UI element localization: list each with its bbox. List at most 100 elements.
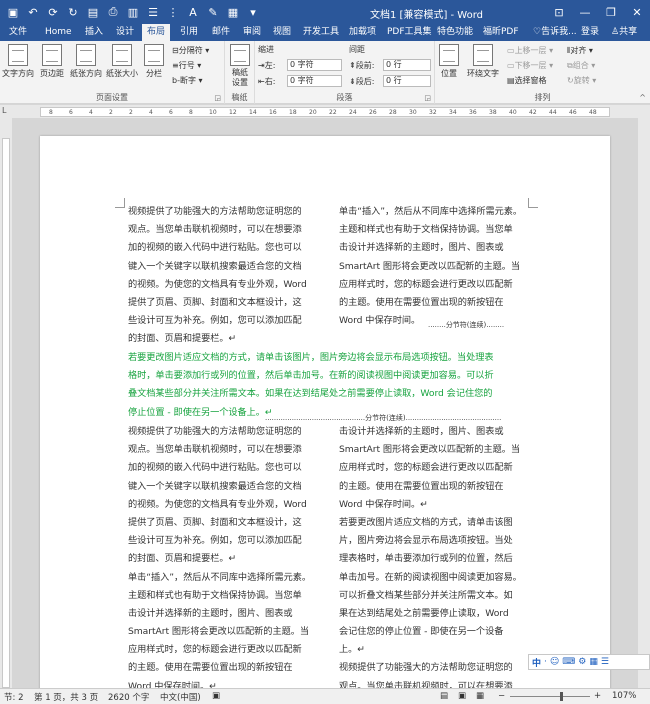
rotate-button[interactable]: ↻旋转 ▾ <box>567 75 596 86</box>
paste-icon[interactable]: ▥ <box>124 3 142 21</box>
zoom-in-icon[interactable]: + <box>594 691 601 701</box>
tab-insert[interactable]: 插入 <box>80 24 108 41</box>
minimize-icon[interactable]: — <box>572 0 598 24</box>
tab-mailings[interactable]: 邮件 <box>207 24 235 41</box>
margins-button[interactable]: 页边距 <box>40 44 64 79</box>
redo-icon[interactable]: ⟳ <box>44 3 62 21</box>
text-line: 键入一个关键字以联机搜索最适合您的文档 <box>128 480 302 492</box>
spacing-before-text: 段前: <box>355 61 375 70</box>
zoom-slider[interactable] <box>510 696 590 697</box>
highlight-icon[interactable]: ✎ <box>204 3 222 21</box>
text-direction-button[interactable]: 文字方向 <box>2 44 34 79</box>
spacing-before-icon: ⇞ <box>349 61 356 70</box>
ruler-number: 12 <box>229 109 237 116</box>
spacing-after-label: ⇟段后: <box>349 76 374 87</box>
tab-pdf-tools[interactable]: PDF工具集 <box>382 24 437 41</box>
save-icon[interactable]: ▣ <box>4 3 22 21</box>
ime-mode-icon[interactable]: 中 <box>532 656 541 669</box>
section-indicator[interactable]: 节: 2 <box>4 691 23 703</box>
tab-references[interactable]: 引用 <box>175 24 203 41</box>
group-objects-button[interactable]: ⧉组合 ▾ <box>567 60 595 71</box>
page-indicator[interactable]: 第 1 页，共 3 页 <box>34 691 98 703</box>
text-line: 的主题。使用在需要位置出现的新按钮在 <box>339 296 504 308</box>
columns-button[interactable]: 分栏 <box>144 44 164 79</box>
hyphenation-button[interactable]: b-断字 ▾ <box>172 75 203 86</box>
image-icon[interactable]: ▦ <box>224 3 242 21</box>
dialog-launcher-icon[interactable]: ◲ <box>214 94 221 102</box>
tab-developer[interactable]: 开发工具 <box>298 24 344 41</box>
breaks-button[interactable]: ⊟分隔符 ▾ <box>172 45 209 56</box>
align-button[interactable]: ⫴对齐 ▾ <box>567 45 593 56</box>
tab-addins[interactable]: 加载项 <box>344 24 381 41</box>
spacing-after-input[interactable]: 0 行 <box>383 75 431 87</box>
format-icon[interactable]: ⋮ <box>164 3 182 21</box>
tab-design[interactable]: 设计 <box>111 24 139 41</box>
text-line: 理表格时，单击要添加行或列的位置，然后 <box>339 553 513 565</box>
tell-me[interactable]: ♡告诉我... <box>528 24 582 41</box>
horizontal-ruler[interactable]: 8 6 4 2 2 4 6 8 10 12 14 16 18 20 22 24 26 28 30 32 34 36 38 40… <box>40 107 610 117</box>
language-indicator[interactable]: 中文(中国) <box>160 691 201 703</box>
ribbon-display-icon[interactable]: ⊡ <box>546 0 572 24</box>
ime-keyboard-icon[interactable]: ⌨ <box>562 657 575 667</box>
position-button[interactable]: 位置 <box>439 44 459 79</box>
refresh-icon[interactable]: ↻ <box>64 3 82 21</box>
spacing-before-input[interactable]: 0 行 <box>383 59 431 71</box>
zoom-slider-thumb[interactable] <box>560 692 563 701</box>
ruler-number: 48 <box>589 109 597 116</box>
ime-toolbar[interactable]: 中 · ☺ ⌨ ⚙ ▦ ☰ <box>528 654 650 670</box>
tab-layout[interactable]: 布局 <box>142 24 171 41</box>
sign-in-button[interactable]: 登录 <box>576 24 604 41</box>
vertical-scrollbar[interactable] <box>638 118 650 688</box>
orientation-button[interactable]: 纸张方向 <box>70 44 102 79</box>
list-icon[interactable]: ☰ <box>144 3 162 21</box>
draft-settings-button[interactable]: 稿纸设置 <box>229 44 251 88</box>
rotate-label: 旋转 <box>573 76 590 85</box>
tab-file[interactable]: 文件 <box>4 24 32 41</box>
customize-icon[interactable]: ▾ <box>244 3 262 21</box>
tab-special[interactable]: 特色功能 <box>432 24 478 41</box>
tab-foxit-pdf[interactable]: 福昕PDF <box>478 24 524 41</box>
size-button[interactable]: 纸张大小 <box>106 44 138 79</box>
dialog-launcher-icon[interactable]: ◲ <box>424 94 431 102</box>
share-button[interactable]: ♙共享 <box>606 24 642 41</box>
document-page[interactable]: 视频提供了功能强大的方法帮助您证明您的 观点。当您单击联机视频时，可以在想要添 加的… <box>40 136 610 696</box>
collapse-ribbon-icon[interactable]: ^ <box>639 93 646 102</box>
read-mode-icon[interactable]: ▤ <box>440 691 448 701</box>
vertical-ruler[interactable] <box>0 118 12 688</box>
indent-left-input[interactable]: 0 字符 <box>287 59 342 71</box>
ime-punct-icon[interactable]: · <box>544 657 547 667</box>
ime-menu-icon[interactable]: ☰ <box>601 657 609 667</box>
send-backward-button[interactable]: ▭下移一层 ▾ <box>507 60 553 71</box>
print-preview-icon[interactable]: ⎙ <box>104 3 122 21</box>
close-icon[interactable]: ✕ <box>624 0 650 24</box>
zoom-level[interactable]: 107% <box>612 691 636 701</box>
restore-icon[interactable]: ❐ <box>598 0 624 24</box>
ime-emoji-icon[interactable]: ☺ <box>550 657 559 667</box>
web-layout-icon[interactable]: ▦ <box>476 691 484 701</box>
text-line: 的视频。为使您的文档具有专业外观，Word <box>128 498 307 510</box>
font-color-icon[interactable]: A <box>184 3 202 21</box>
line-numbers-button[interactable]: ≡行号 ▾ <box>172 60 201 71</box>
word-count[interactable]: 2620 个字 <box>108 691 149 703</box>
indent-right-input[interactable]: 0 字符 <box>287 75 342 87</box>
tab-home[interactable]: Home <box>40 24 77 41</box>
open-icon[interactable]: ▤ <box>84 3 102 21</box>
text-line: 应用样式时，您的标题会进行更改以匹配新 <box>339 278 513 290</box>
wrap-text-button[interactable]: 环绕文字 <box>467 44 499 79</box>
tab-view[interactable]: 视图 <box>268 24 296 41</box>
column-1-bottom: 视频提供了功能强大的方法帮助您证明您的 观点。当您单击联机视频时，可以在想要添 加的… <box>128 423 324 696</box>
tab-selector-icon[interactable]: L <box>2 106 6 115</box>
draft-settings-label: 稿纸设置 <box>232 68 248 87</box>
print-layout-icon[interactable]: ▣ <box>458 691 466 701</box>
text-line: SmartArt 图形将会更改以匹配新的主题。当 <box>339 444 520 456</box>
ime-settings-icon[interactable]: ⚙ <box>578 657 586 667</box>
text-line: 些设计可互为补充。例如，您可以添加匹配 <box>128 315 302 327</box>
undo-icon[interactable]: ↶ <box>24 3 42 21</box>
bring-forward-button[interactable]: ▭上移一层 ▾ <box>507 45 553 56</box>
tab-review[interactable]: 审阅 <box>238 24 266 41</box>
macro-record-icon[interactable]: ▣ <box>212 691 220 701</box>
ime-skin-icon[interactable]: ▦ <box>589 657 598 667</box>
zoom-out-icon[interactable]: − <box>498 691 505 701</box>
bring-forward-label: 上移一层 <box>514 46 547 55</box>
selection-pane-button[interactable]: ▤选择窗格 <box>507 75 547 86</box>
